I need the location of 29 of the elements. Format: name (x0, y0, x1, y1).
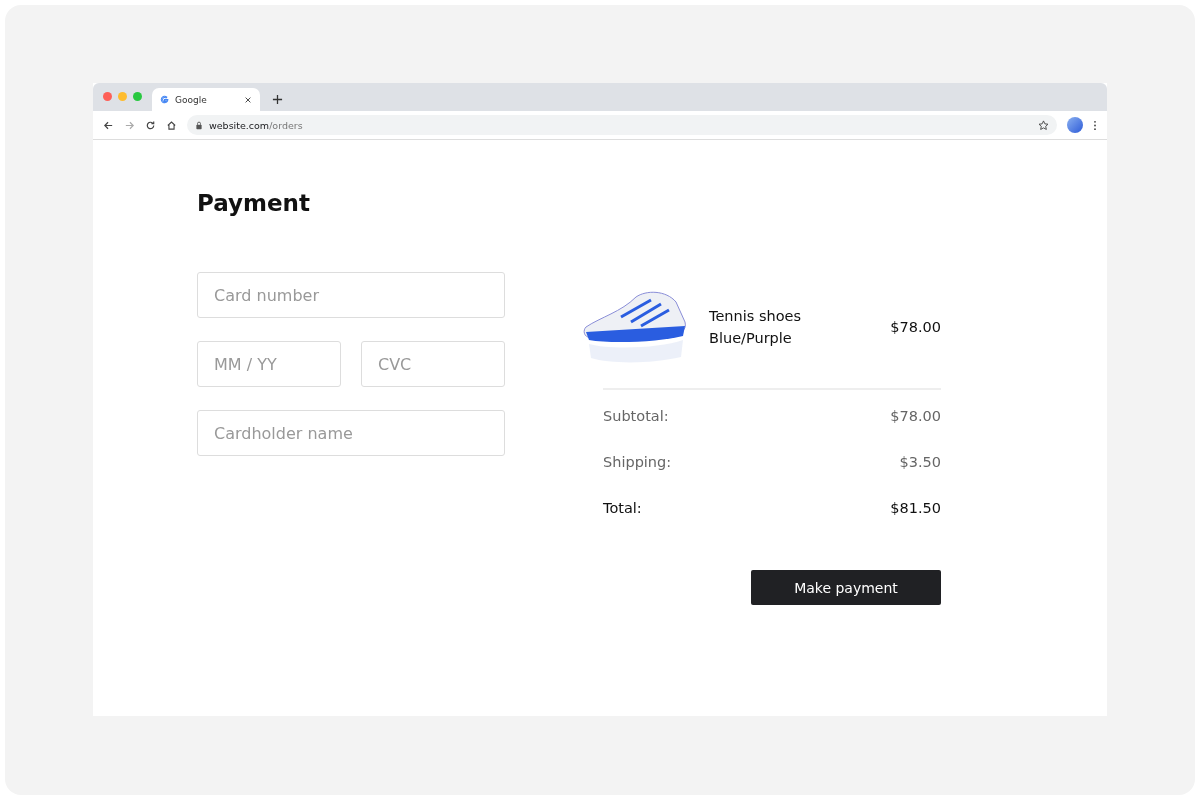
input-field[interactable]: Card number (197, 272, 505, 318)
url-path: /orders (269, 119, 304, 131)
star-icon[interactable] (1038, 119, 1049, 131)
new-tab-icon[interactable] (272, 94, 283, 105)
summary-value: $78.00 (890, 408, 941, 426)
product-price: $78.00 (890, 319, 941, 335)
input-field[interactable]: CVC (361, 341, 505, 387)
input-field[interactable]: MM / YY (197, 341, 341, 387)
menu-icon[interactable] (1093, 119, 1097, 131)
url-host: website.com (209, 119, 270, 131)
summary-value: $3.50 (899, 454, 941, 472)
summary-value: $81.50 (890, 500, 941, 518)
back-icon[interactable] (103, 119, 114, 131)
product-variant: Blue/Purple (709, 330, 793, 346)
make-payment-button[interactable]: Make payment (751, 570, 941, 605)
summary-label: Total: (603, 500, 642, 518)
home-icon[interactable] (166, 119, 177, 131)
input-field[interactable]: Cardholder name (197, 410, 505, 456)
address-bar[interactable]: website.com/orders (187, 115, 1057, 135)
lock-icon (195, 120, 203, 130)
reload-icon[interactable] (145, 119, 156, 131)
page-title: Payment (197, 190, 311, 216)
summary-label: Subtotal: (603, 408, 669, 426)
product-name: Tennis shoes (709, 308, 802, 324)
close-icon[interactable] (244, 95, 252, 104)
google-icon (160, 95, 169, 104)
browser-tab[interactable]: Google (152, 88, 260, 111)
summary-label: Shipping: (603, 454, 672, 472)
avatar[interactable] (1067, 117, 1083, 133)
